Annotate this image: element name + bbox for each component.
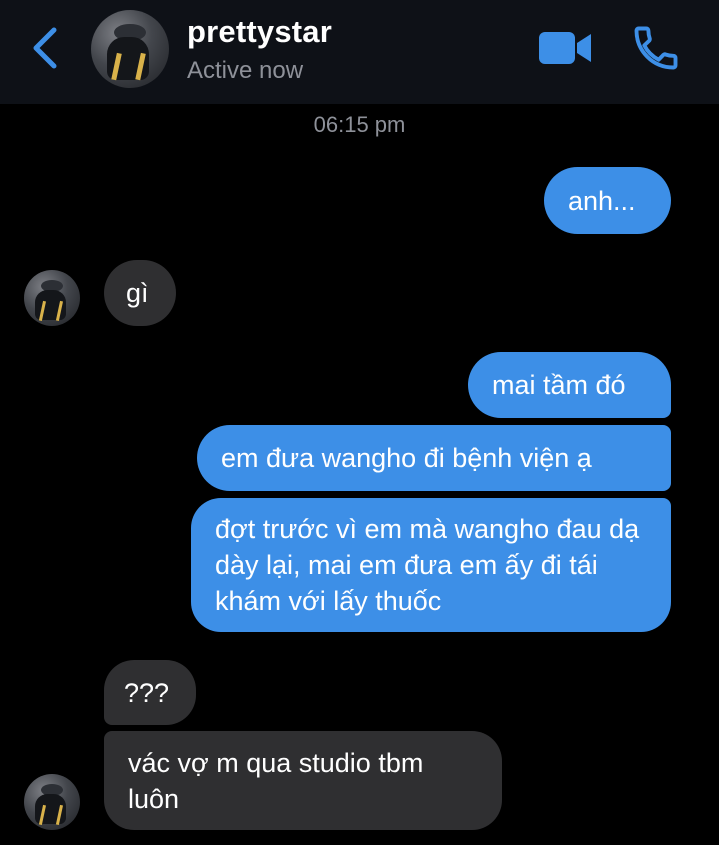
- contact-avatar-small[interactable]: [24, 270, 80, 326]
- message-text: gì: [126, 278, 149, 308]
- message-text: vác vợ m qua studio tbm luôn: [128, 748, 424, 814]
- message-text: anh...: [568, 185, 636, 216]
- incoming-message[interactable]: vác vợ m qua studio tbm luôn: [104, 731, 502, 830]
- outgoing-message[interactable]: em đưa wangho đi bệnh viện ạ: [197, 425, 671, 491]
- video-camera-icon: [539, 32, 591, 64]
- message-text: đợt trước vì em mà wangho đau dạ dày lại…: [215, 514, 640, 616]
- outgoing-message[interactable]: anh...: [544, 167, 671, 234]
- outgoing-message[interactable]: đợt trước vì em mà wangho đau dạ dày lại…: [191, 498, 671, 632]
- incoming-message[interactable]: gì: [104, 260, 176, 326]
- message-text: mai tầm đó: [492, 370, 626, 400]
- back-button[interactable]: [24, 22, 68, 74]
- voice-call-button[interactable]: [630, 22, 682, 74]
- message-timestamp: 06:15 pm: [313, 112, 406, 137]
- outgoing-message[interactable]: mai tầm đó: [468, 352, 671, 418]
- chat-header: prettystar Active now: [0, 0, 719, 104]
- incoming-message[interactable]: ???: [104, 660, 196, 725]
- phone-icon: [634, 26, 678, 70]
- contact-name[interactable]: prettystar: [187, 14, 332, 50]
- message-text: ???: [124, 677, 170, 708]
- video-call-button[interactable]: [537, 28, 595, 68]
- contact-avatar-small[interactable]: [24, 774, 80, 830]
- message-text: em đưa wangho đi bệnh viện ạ: [221, 443, 592, 473]
- chevron-left-icon: [33, 27, 57, 69]
- active-status: Active now: [187, 57, 304, 84]
- contact-avatar[interactable]: [91, 10, 169, 88]
